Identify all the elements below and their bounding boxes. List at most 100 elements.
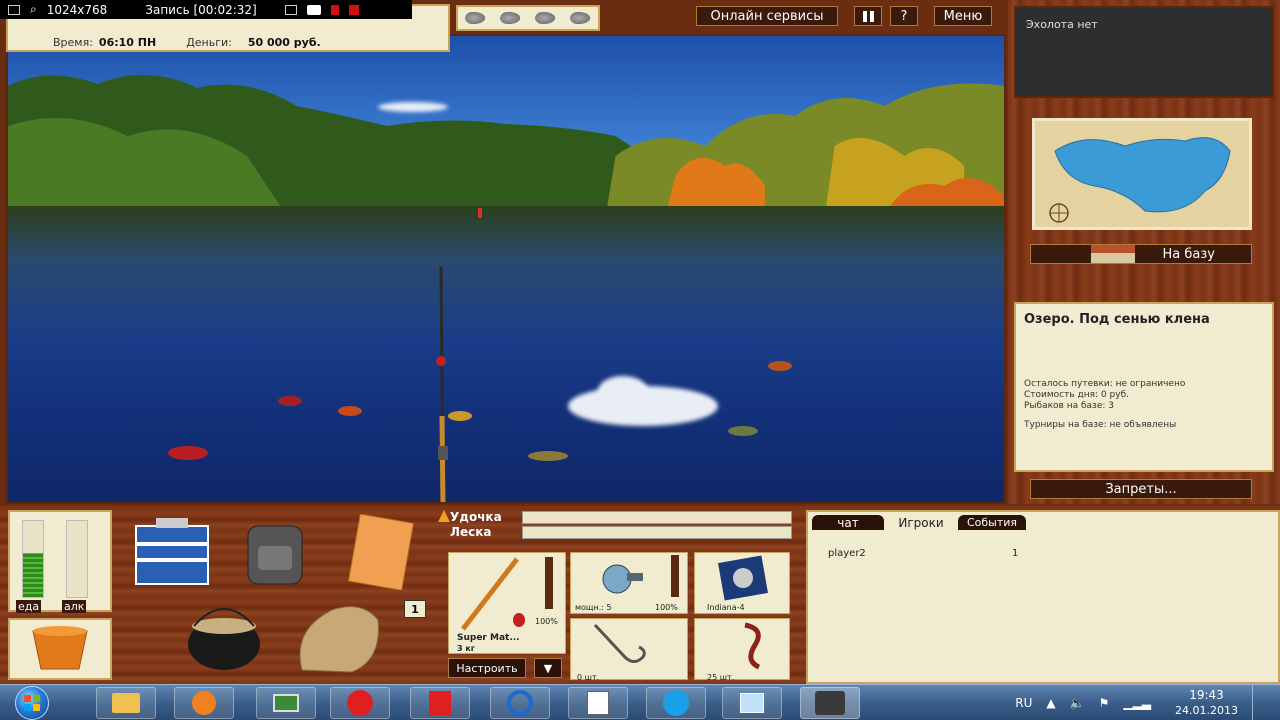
fish-bucket[interactable] [8,618,112,680]
window-icon [740,693,764,713]
taskbar-media-player[interactable] [174,687,234,719]
reel-slot[interactable]: мощн.: 5 100% [570,552,688,614]
to-base-button[interactable]: На базу [1030,244,1252,264]
minimize-icon[interactable] [284,4,297,15]
yandex-icon [429,691,451,715]
monitor-icon [273,694,299,712]
clock[interactable]: 19:43 24.01.2013 [1175,688,1238,718]
tournaments-text: Турниры на базе: не объявлены [1024,420,1177,430]
taskbar-skype[interactable] [646,687,706,719]
adjust-tackle-button[interactable]: Настроить [448,658,526,678]
forest-shore [8,74,1004,216]
notebook-icon[interactable] [340,513,420,594]
pause-icon [862,10,874,22]
bait-count: 25 шт. [707,673,735,682]
pause-button[interactable] [854,6,882,26]
item-count-badge: 1 [404,600,426,618]
language-indicator[interactable]: RU [1015,696,1032,710]
money-value: 50 000 руб. [247,36,321,49]
time-value: 06:10 ПН [98,36,157,49]
hook-slot[interactable]: 0 шт. [570,618,688,682]
notepad-icon [587,691,609,715]
bait-sack-icon[interactable] [292,600,384,680]
reel-condition-bar [671,555,679,597]
fishing-game-icon [815,691,845,715]
food-meter [22,520,44,598]
taskbar-window[interactable] [722,687,782,719]
windows-logo-icon [15,686,49,720]
fish-icon [499,11,522,25]
pause-record-icon[interactable] [330,4,339,15]
rod-slot[interactable]: 100% Super Mat... 3 кг [448,552,566,654]
floating-leaf [338,406,362,416]
floating-leaf [728,426,758,436]
tackle-box-icon[interactable] [132,516,212,592]
location-title: Озеро. Под сенью клена [1024,312,1210,327]
taskbar-remote-desktop[interactable] [256,687,316,719]
line-tension-label: Леска [450,525,492,539]
signal-icon[interactable]: ▁▂▃ [1123,696,1151,710]
show-desktop-button[interactable] [1252,685,1262,720]
reel-icon [602,564,643,594]
rod-weight: 3 кг [457,644,475,653]
floating-leaf [528,451,568,461]
lake-scene[interactable] [6,34,1006,504]
lake-map[interactable] [1032,118,1252,230]
network-warning-icon[interactable]: ⚑ [1099,696,1110,710]
bait-slot[interactable]: 25 шт. [694,618,790,682]
taskbar-yandex-browser[interactable] [330,687,390,719]
taskbar-yandex[interactable] [410,687,470,719]
player-value: 1 [1012,548,1019,559]
tab-events[interactable]: События [958,515,1026,530]
echosounder-panel: Эхолота нет [1014,6,1274,98]
reel-condition: 100% [655,603,678,612]
alcohol-label: алк [62,600,87,613]
catch-bar [456,5,600,31]
cooking-pot-icon[interactable] [184,598,264,676]
volume-icon[interactable]: 🔈 [1070,696,1085,710]
rod-condition-bar [545,557,553,609]
taskbar-explorer[interactable] [96,687,156,719]
backpack-icon[interactable] [240,516,310,592]
recorder-resolution: 1024x768 [46,2,108,17]
time-display: Время: 06:10 ПН [53,36,156,49]
food-label: еда [16,600,42,613]
help-button[interactable]: ? [890,6,918,26]
line-spool-icon [718,555,768,601]
chevron-up-icon[interactable]: ▲ [1046,696,1055,710]
rod-name: Super Mat... [457,633,520,643]
menu-button[interactable]: Меню [934,6,992,26]
taskbar-notepad[interactable] [568,687,628,719]
floating-leaf [278,396,302,406]
online-services-button[interactable]: Онлайн сервисы [696,6,838,26]
camera-icon[interactable] [306,4,321,15]
tackle-dropdown-button[interactable]: ▼ [534,658,562,678]
worm-icon [744,622,761,670]
bans-button[interactable]: Запреты... [1030,479,1252,499]
echosounder-text: Эхолота нет [1026,18,1098,31]
rod-tension-label: Удочка [450,510,502,524]
hook-icon [593,623,646,663]
alcohol-meter [66,520,88,598]
window-mode-icon[interactable] [8,4,20,15]
fish-icon [569,11,592,25]
tension-meters: Удочка Леска [438,510,796,542]
reel-power: мощн.: 5 [575,603,612,612]
yandex-browser-icon [347,690,373,716]
player-row[interactable]: player2 1 [828,548,1028,559]
taskbar-fishing-game[interactable] [800,687,860,719]
stop-record-icon[interactable] [348,4,359,15]
time-label: Время: [53,36,93,49]
recorder-status: Запись [00:02:32] [145,2,257,17]
start-button[interactable] [8,685,56,720]
taskbar-mail-agent[interactable] [490,687,550,719]
tab-chat[interactable]: чат [812,515,884,530]
lake-water[interactable] [8,206,1004,502]
recorder-bar: ⌕ 1024x768 Запись [00:02:32] [0,0,412,19]
tab-players[interactable]: Игроки [888,515,954,530]
search-icon[interactable]: ⌕ [30,2,37,17]
float-icon [513,613,525,627]
fishing-rod [436,266,448,502]
chat-panel: чат Игроки События player2 1 [806,510,1280,684]
line-slot[interactable]: Indiana-4 [694,552,790,614]
